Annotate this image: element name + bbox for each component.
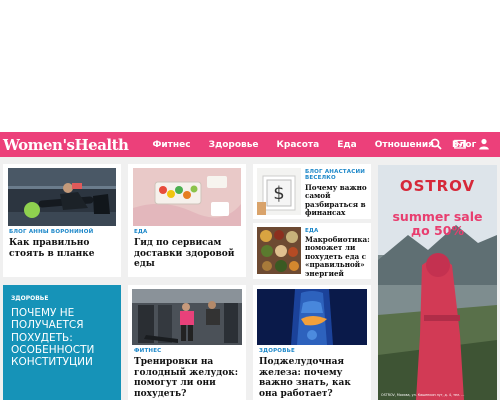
article-card-plank[interactable]: БЛОГ АННЫ ВОРОНИНОЙ Как правильно стоять… (3, 164, 121, 277)
article-title[interactable]: Тренировки на голодный желудок: помогут … (134, 357, 244, 399)
nav-icons (430, 138, 490, 150)
article-title[interactable]: Макробиотика: поможет ли похудеть еда с … (305, 235, 370, 278)
article-card-delivery[interactable]: ЕДА Гид по сервисам доставки здоровой ед… (128, 164, 246, 277)
mail-icon[interactable] (454, 138, 466, 150)
nav-item-fitness[interactable]: Фитнес (152, 140, 190, 150)
category-label: ЕДА (134, 229, 148, 235)
nav-item-relationships[interactable]: Отношения (375, 140, 434, 150)
ad-banner[interactable]: OSTROV summer sale до 50% OSTROV, Москва… (378, 165, 497, 400)
ad-brand: OSTROV (399, 177, 476, 195)
article-title[interactable]: Гид по сервисам доставки здоровой еды (134, 238, 242, 270)
plank-image (8, 168, 116, 226)
category-label: ФИТНЕС (134, 348, 162, 354)
spices-image (257, 227, 301, 274)
article-title[interactable]: Как правильно стоять в планке (9, 238, 115, 259)
top-blank-area (0, 0, 500, 132)
finance-image: $ (257, 168, 301, 215)
nav-item-health[interactable]: Здоровье (209, 140, 259, 150)
ad-sale-line1: summer sale (392, 209, 483, 224)
food-box-image (133, 168, 241, 226)
article-title[interactable]: Поджелудочная железа: почему важно знать… (259, 357, 369, 399)
article-card-finance[interactable]: $ БЛОГ АНАСТАСИИ ВЕСЕЛКО Почему важно са… (253, 164, 371, 219)
category-label: ЗДОРОВЬЕ (259, 348, 295, 354)
content-area: БЛОГ АННЫ ВОРОНИНОЙ Как правильно стоять… (0, 157, 500, 400)
ad-fine-print: OSTROV, Москва, ул. Кашенкин луг, д. 4, … (381, 393, 465, 398)
ad-sale-line2: до 50% (411, 222, 464, 238)
category-label: ЕДА (305, 228, 319, 234)
ad-sale-text: summer sale до 50% (378, 210, 497, 238)
article-card-pancreas[interactable]: ЗДОРОВЬЕ Поджелудочная железа: почему ва… (253, 285, 371, 400)
article-card-macrobiotics[interactable]: ЕДА Макробиотика: поможет ли похудеть ед… (253, 223, 371, 279)
category-label: БЛОГ АННЫ ВОРОНИНОЙ (9, 229, 94, 235)
svg-text:$: $ (273, 183, 284, 204)
nav-item-food[interactable]: Еда (337, 140, 357, 150)
user-icon[interactable] (478, 138, 490, 150)
treadmill-image (132, 289, 242, 345)
ad-background-image (378, 165, 497, 400)
article-card-constitution[interactable]: ЗДОРОВЬЕ ПОЧЕМУ НЕ ПОЛУЧАЕТСЯ ПОХУДЕТЬ: … (3, 285, 121, 400)
article-title[interactable]: ПОЧЕМУ НЕ ПОЛУЧАЕТСЯ ПОХУДЕТЬ: ОСОБЕННОС… (11, 307, 119, 368)
article-card-treadmill[interactable]: ФИТНЕС Тренировки на голодный желудок: п… (128, 285, 246, 400)
main-navbar: Women'sHealth Фитнес Здоровье Красота Ед… (0, 132, 500, 157)
pancreas-image (257, 289, 367, 345)
category-label: БЛОГ АНАСТАСИИ ВЕСЕЛКО (305, 169, 366, 182)
site-logo[interactable]: Women'sHealth (3, 136, 129, 154)
search-icon[interactable] (430, 138, 442, 150)
article-title[interactable]: Почему важно самой разбираться в финанса… (305, 183, 369, 218)
nav-item-beauty[interactable]: Красота (277, 140, 320, 150)
category-label: ЗДОРОВЬЕ (11, 295, 49, 302)
